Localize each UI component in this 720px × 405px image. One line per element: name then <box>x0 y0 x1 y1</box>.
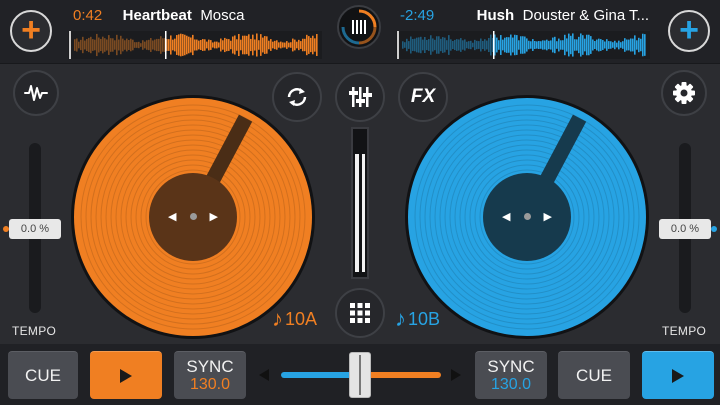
right-tempo-knob[interactable]: 0.0 % <box>659 219 711 239</box>
left-add-track-button[interactable]: + <box>10 10 52 52</box>
left-cue-label: CUE <box>25 365 61 385</box>
crossfader-right-track <box>363 372 441 378</box>
left-track-info: 0:42 Heartbeat Mosca <box>73 7 245 25</box>
app-logo-icon <box>341 9 377 45</box>
app-logo[interactable] <box>337 5 381 49</box>
left-platter-next-icon[interactable]: ▶ <box>210 210 218 223</box>
vu-meter <box>351 127 369 279</box>
top-bar: + 0:42 Heartbeat Mosca -2:49 Hush Douste… <box>0 0 720 64</box>
right-platter-dot-icon <box>523 212 531 220</box>
left-jog-wheel[interactable]: ◀ ▶ <box>70 94 316 340</box>
crossfader-right-arrow-icon[interactable] <box>451 369 461 381</box>
waveform-icon <box>24 85 48 101</box>
right-track-time: -2:49 <box>400 7 435 24</box>
play-icon <box>672 368 684 383</box>
left-platter-dot-icon <box>189 212 197 220</box>
crossfader-left-arrow-icon[interactable] <box>259 369 269 381</box>
right-waveform-graphic <box>397 31 646 59</box>
mixer-button[interactable] <box>335 72 385 122</box>
left-tempo-knob[interactable]: 0.0 % <box>9 219 61 239</box>
right-platter-prev-icon[interactable]: ◀ <box>502 210 510 223</box>
right-track-artist: Douster & Gina T... <box>522 7 650 24</box>
plus-icon: + <box>21 10 41 49</box>
right-platter-nav: ◀ ▶ <box>502 204 552 228</box>
left-platter-prev-icon[interactable]: ◀ <box>168 210 176 223</box>
right-sync-button[interactable]: SYNC 130.0 <box>475 351 547 399</box>
left-platter-nav: ◀ ▶ <box>168 204 218 228</box>
left-sync-label: SYNC <box>186 356 234 376</box>
crossfader-handle[interactable] <box>349 352 371 398</box>
vu-bar-right <box>361 154 365 272</box>
right-cue-label: CUE <box>576 365 612 385</box>
left-track-time: 0:42 <box>73 7 103 24</box>
left-tempo-label: TEMPO <box>12 324 57 338</box>
right-cue-button[interactable]: CUE <box>558 351 630 399</box>
right-waveform[interactable] <box>396 31 650 59</box>
right-tempo-center-marker <box>711 226 717 232</box>
left-play-button[interactable] <box>90 351 162 399</box>
right-track-title: Hush <box>476 7 515 24</box>
right-tempo-label: TEMPO <box>662 324 707 338</box>
left-track-title: Heartbeat <box>122 7 192 24</box>
left-cue-button[interactable]: CUE <box>8 351 78 399</box>
play-icon <box>120 368 132 383</box>
right-add-track-button[interactable]: + <box>668 10 710 52</box>
left-waveform[interactable] <box>68 31 322 59</box>
right-platter-next-icon[interactable]: ▶ <box>544 210 552 223</box>
vu-bar-left <box>355 154 359 272</box>
mixer-sliders-icon <box>349 87 372 107</box>
plus-icon: + <box>679 10 699 49</box>
waveform-view-button[interactable] <box>13 70 59 116</box>
left-track-artist: Mosca <box>200 7 245 24</box>
settings-button[interactable] <box>661 70 707 116</box>
right-track-info: -2:49 Hush Douster & Gina T... <box>400 7 649 25</box>
right-bpm-value: 130.0 <box>490 376 532 394</box>
gear-icon <box>673 82 695 104</box>
right-sync-label: SYNC <box>487 356 535 376</box>
sampler-grid-button[interactable] <box>335 288 385 338</box>
right-play-button[interactable] <box>642 351 714 399</box>
grid-icon <box>350 303 370 323</box>
crossfader-handle-line <box>359 355 361 395</box>
crossfader-left-track <box>281 372 359 378</box>
right-jog-wheel[interactable]: ◀ ▶ <box>404 94 650 340</box>
left-waveform-graphic <box>69 31 318 59</box>
left-sync-button[interactable]: SYNC 130.0 <box>174 351 246 399</box>
left-bpm-value: 130.0 <box>189 376 231 394</box>
